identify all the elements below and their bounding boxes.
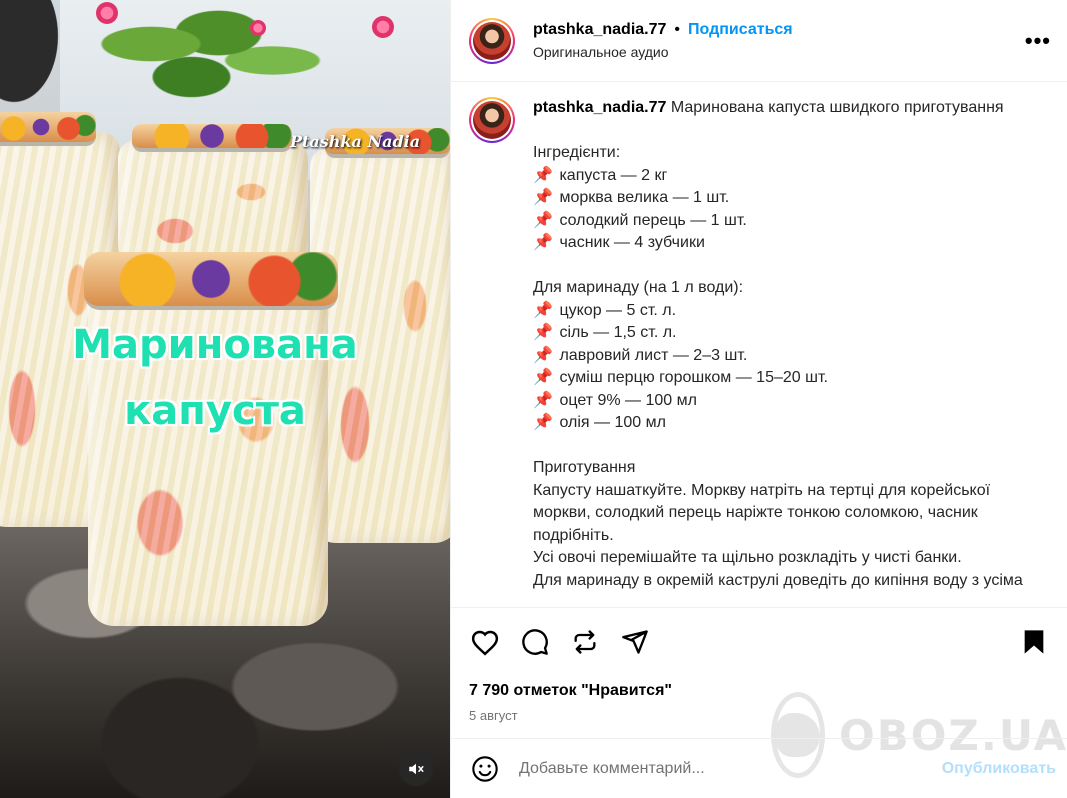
post-media[interactable]: Ptashka Nadia Маринована капуста (0, 0, 450, 798)
overlay-title-line1: Маринована (72, 322, 358, 368)
preparation-text: Усі овочі перемішайте та щільно розкладі… (533, 549, 962, 566)
ingredients-list: 📌 капуста — 2 кг 📌 морква велика — 1 шт. 📌… (533, 165, 1050, 255)
jar-lid-image (0, 112, 96, 146)
like-button[interactable] (469, 626, 501, 658)
flower-decoration (96, 2, 118, 24)
recipe-list-text: солодкий перець — 1 шт. (559, 211, 747, 229)
recipe-list-text: сіль — 1,5 ст. л. (559, 324, 677, 341)
smiley-icon (472, 755, 498, 782)
likes-count[interactable]: 7 790 отметок "Нравится" (469, 682, 1050, 700)
recipe-list-item: 📌 олія — 100 мл (533, 412, 1050, 435)
heart-icon (471, 630, 499, 656)
recipe-list-text: олія — 100 мл (559, 414, 666, 431)
post-date[interactable]: 5 август (469, 708, 1050, 723)
recipe-list-text: лавровий лист — 2–3 шт. (559, 346, 748, 364)
post-caption: ptashka_nadia.77 Маринована капуста швид… (533, 97, 1050, 607)
marinade-list: 📌 цукор — 5 ст. л. 📌 сіль — 1,5 ст. л. 📌 л… (533, 300, 1050, 435)
comment-form: Опубликовать (451, 738, 1067, 798)
jar-image (118, 140, 308, 270)
recipe-list-text: часник — 4 зубчики (559, 234, 705, 251)
post-header: ptashka_nadia.77 • Подписаться Оригиналь… (451, 0, 1067, 82)
publish-button[interactable]: Опубликовать (942, 760, 1056, 778)
comment-input[interactable] (519, 759, 942, 778)
recipe-list-item: 📌 морква велика — 1 шт. (533, 187, 1050, 210)
mute-button[interactable] (399, 752, 433, 786)
pushpin-icon: 📌 (533, 301, 553, 319)
save-button[interactable] (1018, 626, 1050, 658)
caption-title: Маринована капуста швидкого приготування (670, 99, 1004, 116)
pushpin-icon: 📌 (533, 211, 553, 229)
pushpin-icon: 📌 (533, 414, 553, 431)
original-audio-link[interactable]: Оригинальное аудио (533, 44, 793, 60)
pushpin-icon: 📌 (533, 234, 553, 251)
separator-dot: • (674, 21, 681, 38)
recipe-list-item: 📌 оцет 9% — 100 мл (533, 390, 1050, 413)
preparation-heading: Приготування (533, 459, 636, 476)
caption-username-link[interactable]: ptashka_nadia.77 (533, 99, 666, 116)
pushpin-icon: 📌 (533, 346, 553, 364)
more-options-button[interactable]: ••• (1025, 28, 1051, 54)
flower-decoration (250, 20, 266, 36)
marinade-heading: Для маринаду (на 1 л води): (533, 279, 744, 296)
share-button[interactable] (619, 626, 651, 658)
repost-icon (574, 630, 596, 654)
recipe-list-item: 📌 суміш перцю горошком — 15–20 шт. (533, 367, 1050, 390)
caption-scroll-area[interactable]: ptashka_nadia.77 Маринована капуста швид… (451, 83, 1067, 607)
background-person (0, 0, 70, 120)
comment-icon (522, 629, 548, 655)
recipe-list-item: 📌 цукор — 5 ст. л. (533, 300, 1050, 323)
jar-lid-image (132, 124, 292, 152)
recipe-list-item: 📌 капуста — 2 кг (533, 165, 1050, 188)
jar-lid-image (84, 252, 338, 310)
recipe-list-item: 📌 лавровий лист — 2–3 шт. (533, 345, 1050, 368)
comment-button[interactable] (519, 626, 551, 658)
ingredients-heading: Інгредієнти: (533, 144, 621, 161)
recipe-list-text: оцет 9% — 100 мл (559, 391, 697, 409)
author-username-link[interactable]: ptashka_nadia.77 (533, 21, 666, 39)
recipe-list-item: 📌 солодкий перець — 1 шт. (533, 210, 1050, 233)
pushpin-icon: 📌 (533, 166, 553, 184)
follow-button[interactable]: Подписаться (688, 21, 793, 39)
emoji-button[interactable] (469, 753, 501, 785)
recipe-list-item: 📌 часник — 4 зубчики (533, 232, 1050, 255)
recipe-list-text: суміш перцю горошком — 15–20 шт. (559, 369, 828, 386)
avatar[interactable] (469, 17, 515, 64)
caption-avatar[interactable] (469, 97, 515, 143)
pushpin-icon: 📌 (533, 324, 553, 341)
preparation-text: Для маринаду в окремій каструлі доведіть… (533, 571, 1023, 589)
repost-button[interactable] (569, 626, 601, 658)
overlay-title-line2: капуста (124, 388, 306, 434)
post-dialog: Ptashka Nadia Маринована капуста ptashka… (0, 0, 1067, 798)
speaker-muted-icon (409, 763, 424, 775)
flower-decoration (372, 16, 394, 38)
profile-photo (473, 21, 511, 60)
bookmark-icon (1024, 630, 1044, 654)
pushpin-icon: 📌 (533, 369, 553, 386)
recipe-list-text: цукор — 5 ст. л. (559, 301, 677, 319)
preparation-text: Капусту нашаткуйте. Моркву натріть на те… (533, 481, 991, 544)
recipe-list-item: 📌 сіль — 1,5 ст. л. (533, 322, 1050, 345)
recipe-list-text: капуста — 2 кг (559, 166, 668, 184)
post-actions: 7 790 отметок "Нравится" 5 август (451, 607, 1067, 723)
pushpin-icon: 📌 (533, 189, 553, 206)
send-icon (622, 630, 648, 654)
post-sidebar: ptashka_nadia.77 • Подписаться Оригиналь… (450, 0, 1067, 798)
video-watermark: Ptashka Nadia (290, 132, 421, 151)
pushpin-icon: 📌 (533, 391, 553, 409)
profile-photo (473, 101, 511, 139)
recipe-list-text: морква велика — 1 шт. (559, 189, 730, 206)
